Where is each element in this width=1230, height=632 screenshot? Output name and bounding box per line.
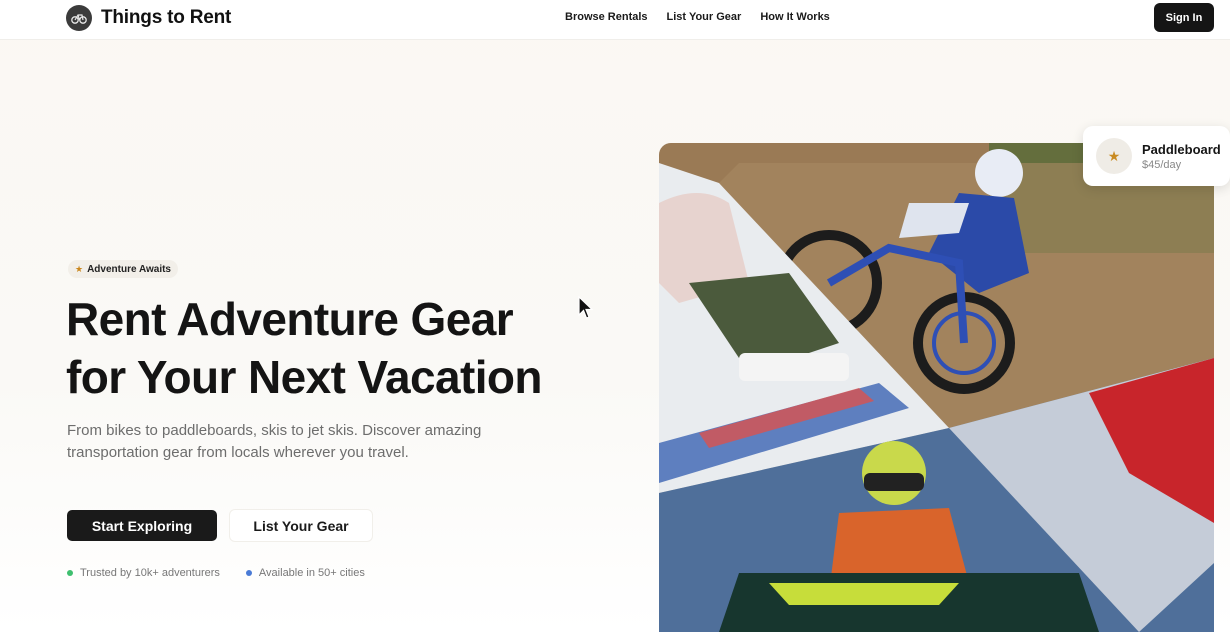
trust-indicators: Trusted by 10k+ adventurers Available in… [67, 567, 365, 579]
trust-item-cities: Available in 50+ cities [245, 567, 365, 579]
collage-illustration [659, 143, 1214, 632]
paddleboard-card-text: Paddleboard $45/day [1142, 142, 1221, 171]
list-your-gear-button[interactable]: List Your Gear [230, 510, 372, 541]
paddleboard-card-title: Paddleboard [1142, 141, 1221, 157]
brand[interactable]: Things to Rent [66, 5, 231, 31]
rider-helmet [975, 149, 1023, 197]
mouse-cursor-icon [578, 295, 594, 325]
hero-headline: Rent Adventure Gear for Your Next Vacati… [66, 290, 626, 406]
nav-how-it-works[interactable]: How It Works [760, 11, 829, 23]
blue-dot-icon [245, 570, 252, 576]
main-nav: Browse Rentals List Your Gear How It Wor… [565, 11, 830, 23]
nav-list-your-gear[interactable]: List Your Gear [667, 11, 742, 23]
brand-name: Things to Rent [101, 7, 232, 28]
bicycle-icon [66, 5, 92, 31]
hero-badge: ★ Adventure Awaits [68, 260, 178, 278]
surfer-icon: ★ [75, 263, 84, 274]
site-header: Things to Rent Browse Rentals List Your … [0, 0, 1230, 40]
trust-label-cities: Available in 50+ cities [258, 567, 365, 579]
sign-in-button[interactable]: Sign In [1154, 3, 1214, 32]
hero-headline-line-2: for Your Next Vacation [66, 351, 542, 403]
green-dot-icon [67, 570, 73, 576]
trust-label-adventurers: Trusted by 10k+ adventurers [80, 567, 220, 579]
hero-badge-label: Adventure Awaits [87, 263, 171, 275]
hero-subtitle: From bikes to paddleboards, skis to jet … [67, 422, 482, 461]
trust-item-adventurers: Trusted by 10k+ adventurers [67, 567, 220, 579]
paddleboard-card-price: $45/day [1142, 158, 1182, 171]
start-exploring-button[interactable]: Start Exploring [67, 510, 217, 541]
surfer-icon: ★ [1096, 138, 1132, 174]
paddleboard-card[interactable]: ★ Paddleboard $45/day [1083, 126, 1230, 186]
hero-image-collage [659, 143, 1214, 632]
hero-headline-line-1: Rent Adventure Gear [66, 293, 514, 345]
nav-browse-rentals[interactable]: Browse Rentals [565, 11, 648, 23]
